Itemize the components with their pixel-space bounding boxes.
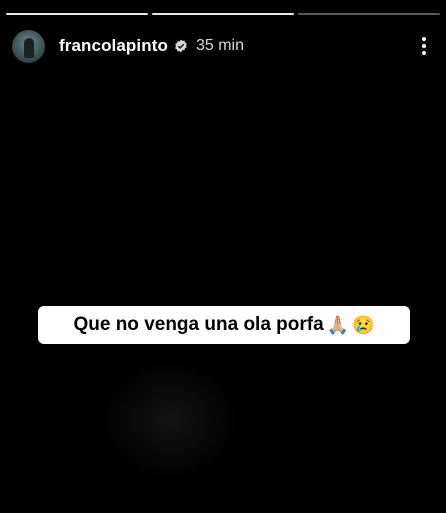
progress-segment-2 [152, 13, 294, 15]
verified-badge-icon [175, 39, 187, 53]
avatar[interactable] [12, 29, 45, 63]
username[interactable]: francolapinto [59, 36, 168, 56]
progress-segment-1 [6, 13, 148, 15]
more-vertical-icon[interactable] [412, 33, 436, 59]
progress-segment-3 [298, 13, 440, 15]
crying-face-emoji: 😢 [352, 314, 375, 335]
story-header: francolapinto 35 min [12, 29, 436, 63]
caption-text: Que no venga una ola porfa [73, 314, 324, 335]
praying-hands-emoji: 🙏🏼 [326, 314, 350, 335]
dark-background-image [100, 360, 240, 480]
story-progress-bar [6, 13, 440, 15]
post-time: 35 min [195, 37, 245, 54]
story-caption: Que no venga una ola porfa 🙏🏼 😢 [38, 306, 410, 344]
